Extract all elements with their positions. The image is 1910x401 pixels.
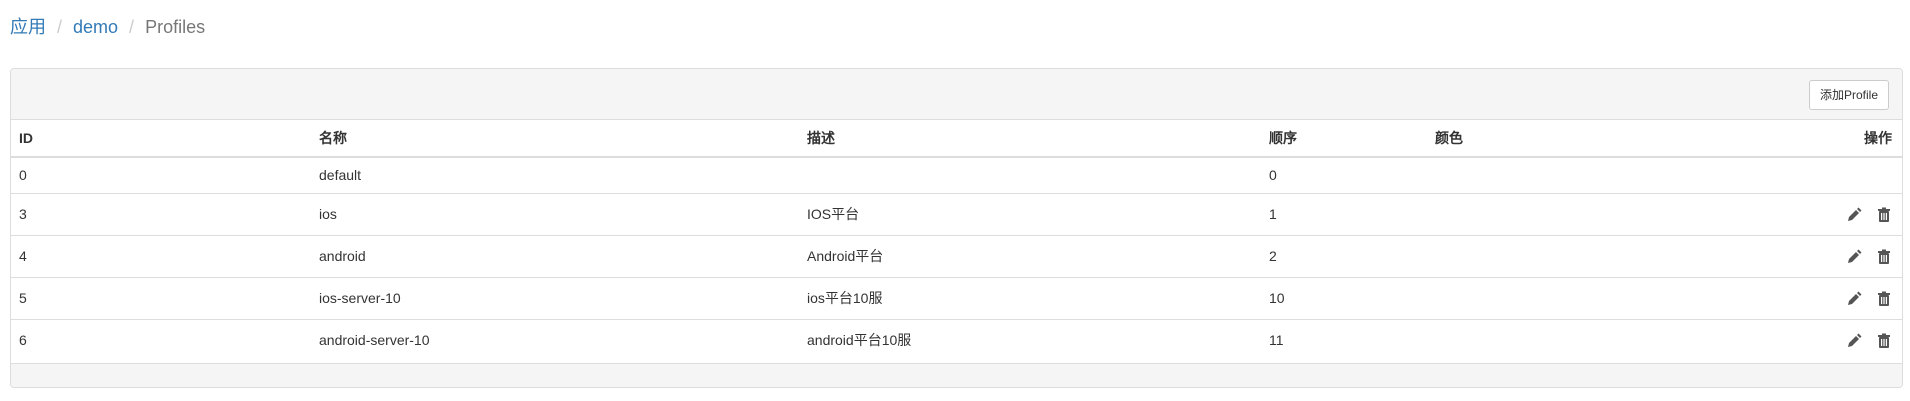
- breadcrumb-item-apps[interactable]: 应用: [10, 14, 46, 40]
- breadcrumb-item-demo[interactable]: demo: [73, 14, 118, 40]
- cell-ops: [1727, 318, 1902, 361]
- cell-order: 11: [1261, 318, 1427, 361]
- cell-desc: android平台10服: [799, 318, 1261, 361]
- breadcrumb: 应用 / demo / Profiles: [10, 14, 205, 40]
- cell-ops: [1727, 234, 1902, 277]
- cell-name: ios-server-10: [311, 276, 799, 319]
- edit-pencil-icon[interactable]: [1846, 249, 1862, 265]
- cell-name: default: [319, 167, 362, 184]
- cell-id: 6: [11, 318, 311, 361]
- edit-pencil-icon[interactable]: [1846, 291, 1862, 307]
- column-header-order: 顺序: [1261, 120, 1427, 158]
- cell-name: android-server-10: [311, 318, 799, 361]
- column-header-color: 颜色: [1427, 120, 1727, 158]
- cell-id: 5: [11, 276, 311, 319]
- delete-trash-icon[interactable]: [1876, 291, 1892, 307]
- cell-id: 3: [11, 192, 311, 235]
- edit-pencil-icon[interactable]: [1846, 207, 1862, 223]
- cell-desc: [799, 157, 1261, 193]
- cell-color: [1427, 157, 1727, 193]
- cell-ops: [1727, 157, 1902, 193]
- panel-footer: [11, 363, 1902, 387]
- add-profile-button[interactable]: 添加Profile: [1808, 80, 1889, 110]
- cell-color: [1427, 318, 1727, 361]
- breadcrumb-item-profiles: Profiles: [145, 17, 206, 37]
- cell-desc: Android平台: [799, 234, 1261, 277]
- cell-ops: [1727, 276, 1902, 319]
- table-row: 4 android Android平台 2: [11, 234, 1902, 277]
- profiles-panel: 添加Profile ID 名称 描述 顺序 颜色 操作 0 default 0 3 io…: [10, 68, 1903, 388]
- cell-color: [1427, 276, 1727, 319]
- edit-pencil-icon[interactable]: [1846, 333, 1862, 349]
- column-header-name: 名称: [311, 120, 799, 158]
- cell-order: 2: [1261, 234, 1427, 277]
- table-header-row: ID 名称 描述 顺序 颜色 操作: [11, 120, 1902, 158]
- cell-name: android: [311, 234, 799, 277]
- delete-trash-icon[interactable]: [1876, 249, 1892, 265]
- profiles-table: ID 名称 描述 顺序 颜色 操作 0 default 0 3 ios IOS平台 1 4 an…: [11, 120, 1902, 361]
- cell-color: [1427, 234, 1727, 277]
- cell-order: 10: [1261, 276, 1427, 319]
- cell-desc: ios平台10服: [799, 276, 1261, 319]
- column-header-id: ID: [11, 120, 311, 158]
- table-row: 0 default 0: [11, 157, 1902, 193]
- breadcrumb-separator: /: [57, 17, 63, 37]
- table-row: 5 ios-server-10 ios平台10服 10: [11, 276, 1902, 319]
- cell-desc: IOS平台: [799, 192, 1261, 235]
- cell-order: 0: [1269, 167, 1277, 184]
- table-row: 6 android-server-10 android平台10服 11: [11, 318, 1902, 361]
- cell-color: [1427, 192, 1727, 235]
- cell-id: 4: [11, 234, 311, 277]
- delete-trash-icon[interactable]: [1876, 207, 1892, 223]
- panel-heading: 添加Profile: [11, 69, 1902, 120]
- breadcrumb-separator: /: [129, 17, 135, 37]
- column-header-ops: 操作: [1727, 120, 1902, 158]
- cell-ops: [1727, 192, 1902, 235]
- cell-id: 0: [19, 167, 27, 184]
- table-row: 3 ios IOS平台 1: [11, 192, 1902, 235]
- cell-order: 1: [1261, 192, 1427, 235]
- cell-name: ios: [311, 192, 799, 235]
- delete-trash-icon[interactable]: [1876, 333, 1892, 349]
- column-header-desc: 描述: [799, 120, 1261, 158]
